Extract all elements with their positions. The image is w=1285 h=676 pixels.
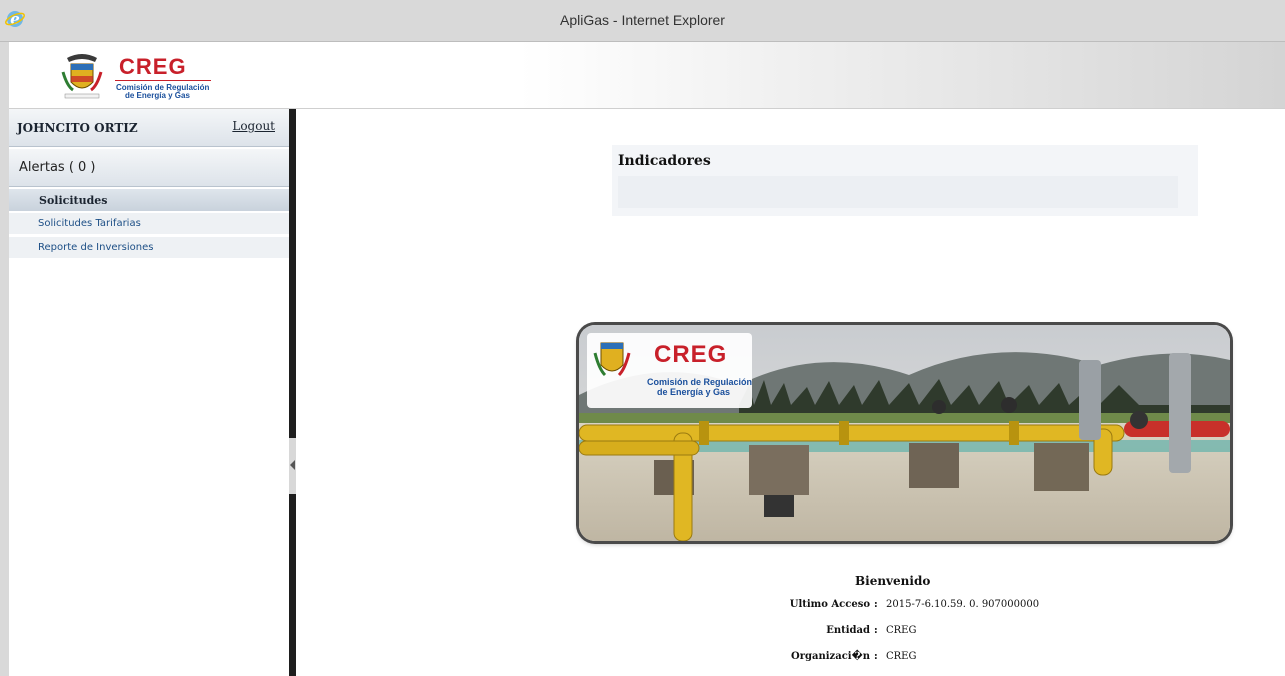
info-separator: : bbox=[874, 599, 878, 610]
banner-logo-subtitle-2: de Energía y Gas bbox=[657, 387, 731, 397]
window-title-bar: e ApliGas - Internet Explorer bbox=[0, 0, 1285, 42]
info-label: Entidad bbox=[826, 625, 870, 636]
logout-link[interactable]: Logout bbox=[232, 119, 275, 133]
window-frame-left bbox=[0, 42, 9, 676]
section-header-solicitudes[interactable]: Solicitudes bbox=[9, 189, 289, 211]
sidebar-splitter[interactable] bbox=[289, 109, 296, 676]
info-label: Ultimo Acceso bbox=[789, 599, 870, 610]
info-separator: : bbox=[874, 625, 878, 636]
indicadores-title: Indicadores bbox=[618, 153, 711, 169]
sidebar-item-reporte-inversiones[interactable]: Reporte de Inversiones bbox=[9, 237, 289, 259]
colombia-coat-of-arms-icon bbox=[61, 54, 103, 99]
logo-wordmark: CREG bbox=[119, 54, 187, 79]
sidebar-item-solicitudes-tarifarias[interactable]: Solicitudes Tarifarias bbox=[9, 213, 289, 235]
info-row-organizacion: Organizaci�n : CREG bbox=[600, 651, 1200, 667]
info-separator: : bbox=[874, 651, 878, 662]
logo-divider bbox=[115, 80, 211, 81]
section-label: Solicitudes bbox=[39, 194, 108, 207]
info-value: CREG bbox=[886, 625, 917, 636]
welcome-title: Bienvenido bbox=[855, 574, 931, 588]
gas-pipeline-banner: CREG Comisión de Regulación de Energía y… bbox=[579, 325, 1230, 541]
collapse-arrow-icon[interactable] bbox=[290, 460, 295, 470]
creg-logo: CREG Comisión de Regulación de Energía y… bbox=[51, 50, 211, 102]
window-title: ApliGas - Internet Explorer bbox=[560, 12, 725, 28]
banner-logo-wordmark: CREG bbox=[654, 341, 728, 368]
logo-subtitle-2: de Energía y Gas bbox=[125, 91, 190, 100]
app-header: CREG Comisión de Regulación de Energía y… bbox=[9, 42, 1285, 109]
banner-logo-subtitle-1: Comisión de Regulación bbox=[647, 377, 753, 387]
indicadores-body bbox=[618, 176, 1178, 208]
info-value: CREG bbox=[886, 651, 917, 662]
alerts-label: Alertas ( 0 ) bbox=[19, 160, 96, 175]
indicadores-panel: Indicadores bbox=[612, 145, 1198, 216]
info-label: Organizaci�n bbox=[791, 651, 870, 662]
user-row: JOHNCITO ORTIZ Logout bbox=[9, 109, 289, 147]
sidebar-item-label: Solicitudes Tarifarias bbox=[38, 218, 141, 229]
sidebar-item-label: Reporte de Inversiones bbox=[38, 242, 154, 253]
info-row-ultimo-acceso: Ultimo Acceso : 2015-7-6.10.59. 0. 90700… bbox=[600, 599, 1200, 615]
info-value: 2015-7-6.10.59. 0. 907000000 bbox=[886, 599, 1040, 610]
info-row-entidad: Entidad : CREG bbox=[600, 625, 1200, 641]
alerts-row[interactable]: Alertas ( 0 ) bbox=[9, 149, 289, 187]
sidebar: JOHNCITO ORTIZ Logout Alertas ( 0 ) Soli… bbox=[9, 109, 289, 676]
user-name: JOHNCITO ORTIZ bbox=[17, 121, 138, 135]
